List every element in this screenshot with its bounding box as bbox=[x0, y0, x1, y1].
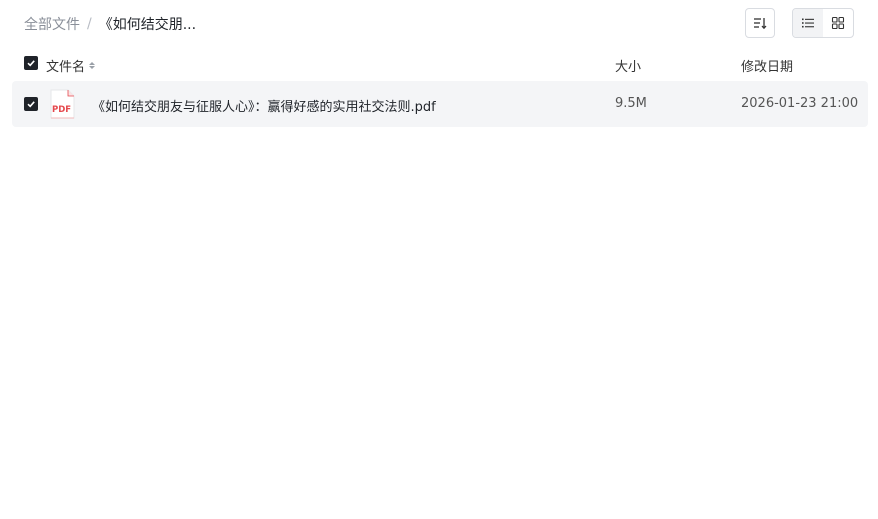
pdf-icon: PDF bbox=[50, 89, 75, 119]
column-header-modified: 修改日期 bbox=[741, 56, 793, 75]
file-modified-date: 2026-01-23 21:00 bbox=[741, 96, 859, 111]
file-size: 9.5M bbox=[615, 96, 647, 111]
sort-toggle-icon bbox=[89, 62, 96, 69]
list-view-button[interactable] bbox=[793, 9, 823, 37]
grid-view-button[interactable] bbox=[823, 9, 853, 37]
view-switch bbox=[792, 8, 854, 38]
file-name-link[interactable]: 《如何结交朋友与征服人心》：赢得好感的实用社交法则.pdf bbox=[92, 96, 436, 115]
breadcrumb: 全部文件 / 《如何结交朋... bbox=[24, 14, 196, 34]
column-header-size: 大小 bbox=[615, 56, 641, 75]
row-checkbox[interactable] bbox=[24, 97, 38, 111]
sort-list-icon bbox=[754, 18, 767, 30]
breadcrumb-separator: / bbox=[87, 16, 92, 32]
breadcrumb-current: 《如何结交朋... bbox=[98, 17, 197, 33]
check-icon bbox=[27, 60, 35, 67]
file-browser: 全部文件 / 《如何结交朋... 文件名 大小 修改日期 PDF 《如何结交朋友… bbox=[0, 0, 878, 519]
list-view-icon bbox=[802, 18, 814, 28]
pdf-icon-label: PDF bbox=[52, 105, 71, 115]
column-header-modified-label: 修改日期 bbox=[741, 60, 794, 75]
table-row[interactable]: PDF 《如何结交朋友与征服人心》：赢得好感的实用社交法则.pdf 9.5M 2… bbox=[12, 81, 868, 127]
check-icon bbox=[27, 101, 35, 108]
select-all-checkbox[interactable] bbox=[24, 56, 38, 70]
grid-view-icon bbox=[831, 16, 845, 30]
table-header: 文件名 大小 修改日期 bbox=[12, 50, 868, 78]
column-header-name[interactable]: 文件名 bbox=[46, 56, 96, 75]
column-header-size-label: 大小 bbox=[615, 60, 642, 75]
sort-button[interactable] bbox=[745, 8, 775, 38]
breadcrumb-root-link[interactable]: 全部文件 bbox=[24, 14, 80, 34]
column-header-name-label: 文件名 bbox=[46, 60, 86, 75]
